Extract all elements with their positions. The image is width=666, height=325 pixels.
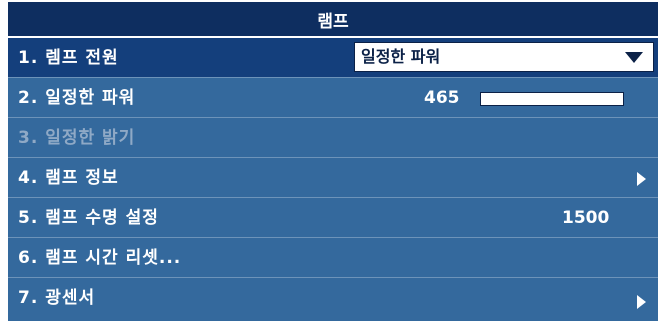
lamp-menu-osd: 램프 1. 렘프 전원 일정한 파워 2. 일정한 파워 465 3. 일정한 … bbox=[0, 0, 666, 325]
menu-item-label: 6. 램프 시간 리셋... bbox=[18, 248, 182, 268]
chevron-right-icon[interactable] bbox=[637, 172, 646, 186]
menu-list: 1. 렘프 전원 일정한 파워 2. 일정한 파워 465 3. 일정한 밝기 … bbox=[8, 38, 658, 321]
constant-power-slider[interactable] bbox=[480, 92, 624, 106]
menu-item-label: 7. 광센서 bbox=[18, 288, 96, 308]
constant-power-value: 465 bbox=[424, 88, 460, 108]
menu-item-label: 3. 일정한 밝기 bbox=[18, 128, 136, 148]
menu-item-label: 2. 일정한 파워 bbox=[18, 88, 136, 108]
menu-item-lamp-hours-reset[interactable]: 6. 램프 시간 리셋... bbox=[8, 238, 658, 278]
lamp-life-value: 1500 bbox=[562, 208, 610, 228]
chevron-down-icon[interactable] bbox=[625, 52, 643, 63]
menu-item-lamp-life-setting[interactable]: 5. 램프 수명 설정 1500 bbox=[8, 198, 658, 238]
menu-item-label: 5. 램프 수명 설정 bbox=[18, 208, 159, 228]
menu-item-lamp-info[interactable]: 4. 램프 정보 bbox=[8, 158, 658, 198]
menu-item-lamp-power[interactable]: 1. 렘프 전원 일정한 파워 bbox=[8, 38, 658, 78]
menu-item-label: 1. 렘프 전원 bbox=[18, 48, 119, 68]
menu-item-constant-brightness: 3. 일정한 밝기 bbox=[8, 118, 658, 158]
menu-item-label: 4. 램프 정보 bbox=[18, 168, 119, 188]
chevron-right-icon[interactable] bbox=[637, 295, 646, 309]
dropdown-value: 일정한 파워 bbox=[361, 47, 441, 66]
menu-item-light-sensor[interactable]: 7. 광센서 bbox=[8, 278, 658, 321]
menu-item-constant-power[interactable]: 2. 일정한 파워 465 bbox=[8, 78, 658, 118]
lamp-power-dropdown[interactable]: 일정한 파워 bbox=[354, 42, 654, 72]
menu-title: 램프 bbox=[8, 2, 658, 38]
